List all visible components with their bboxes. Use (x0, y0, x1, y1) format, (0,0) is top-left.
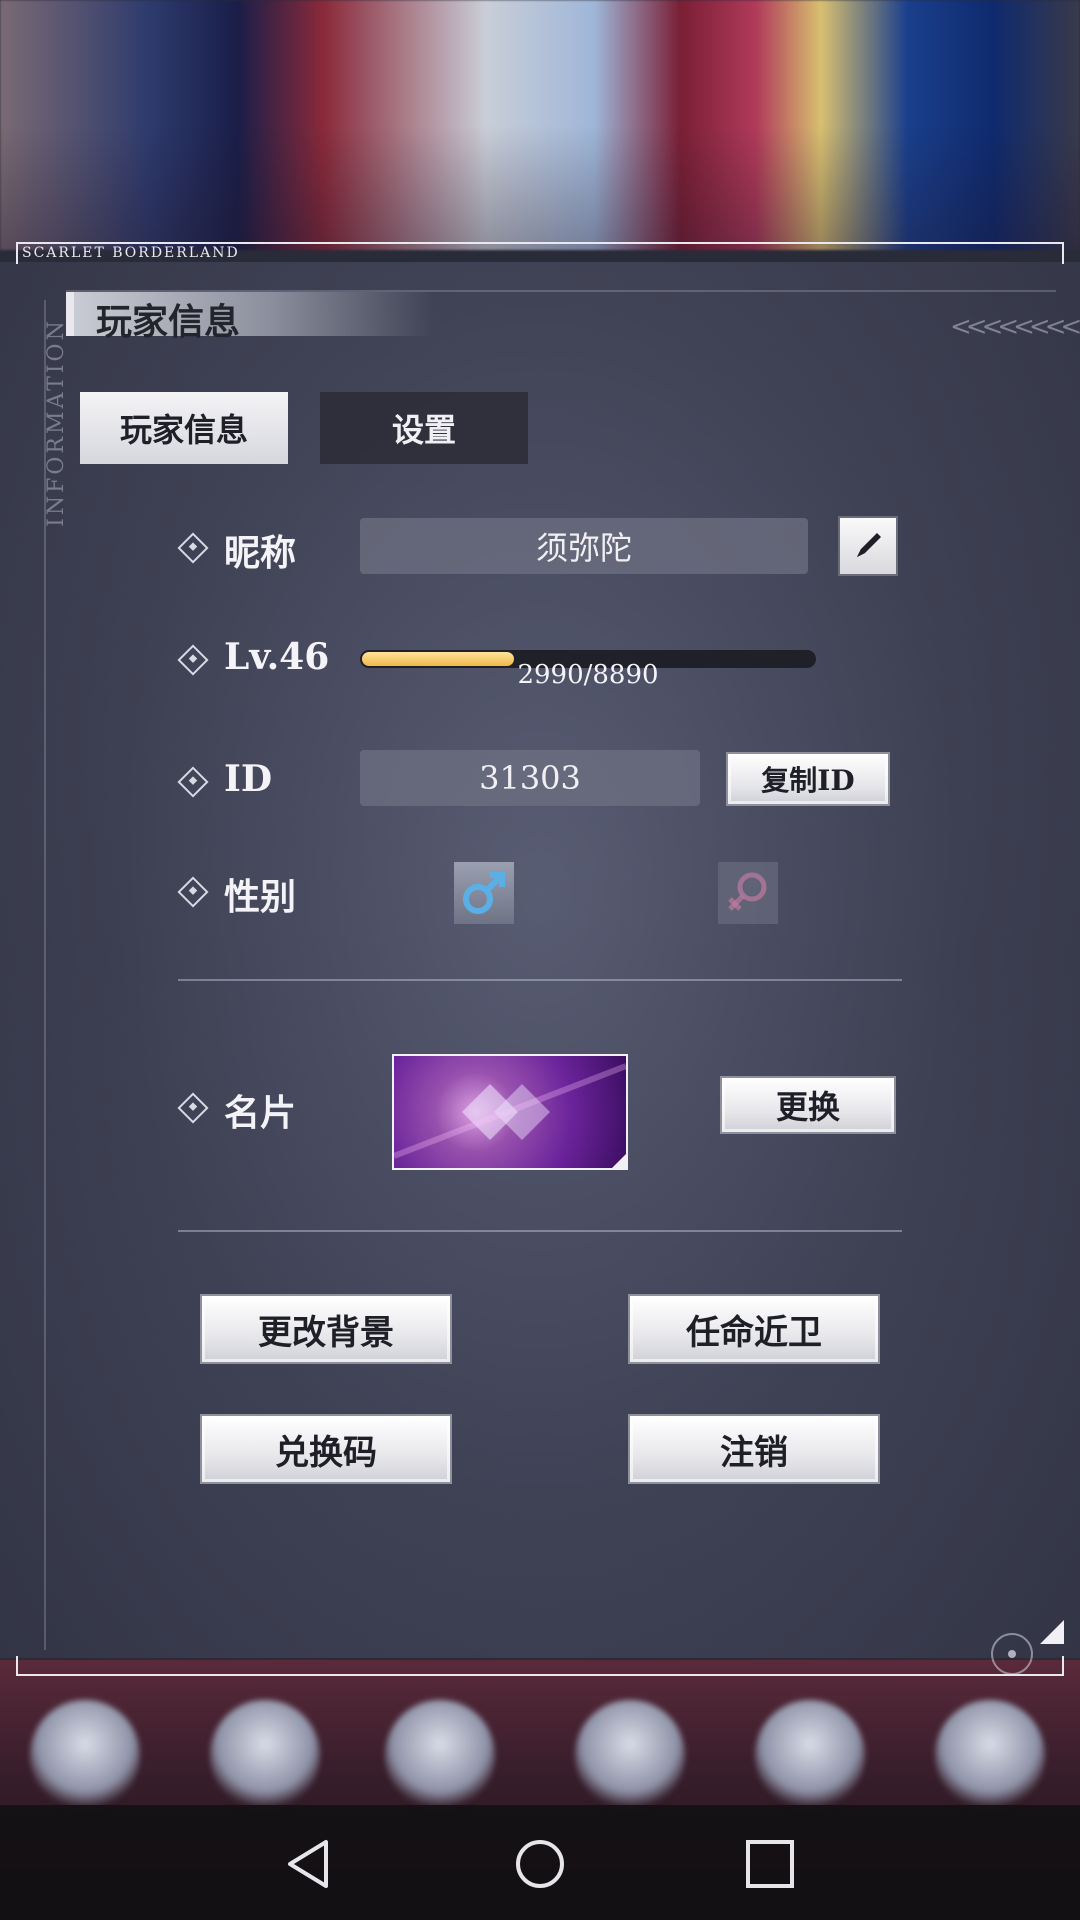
home-icon[interactable] (512, 1836, 568, 1892)
bottom-nav-icon[interactable] (935, 1700, 1045, 1810)
logout-button[interactable]: 注销 (628, 1414, 880, 1484)
section-divider (178, 1230, 902, 1232)
gender-label: 性别 (224, 876, 297, 918)
id-label: ID (224, 758, 273, 800)
side-label: INFORMATION (43, 318, 69, 527)
copy-id-button[interactable]: 复制ID (726, 752, 890, 806)
background-top (0, 0, 1080, 250)
redeem-code-button[interactable]: 兑换码 (200, 1414, 452, 1484)
pencil-icon (857, 533, 881, 557)
change-background-button[interactable]: 更改背景 (200, 1294, 452, 1364)
corner-triangle-icon (1040, 1620, 1064, 1644)
section-divider (178, 979, 902, 981)
tab-player-info[interactable]: 玩家信息 (80, 392, 288, 464)
change-card-button[interactable]: 更换 (720, 1076, 896, 1134)
player-info-panel (0, 262, 1080, 1658)
gender-female-option[interactable] (718, 862, 778, 924)
bottom-nav-icon[interactable] (210, 1700, 320, 1810)
appoint-guard-button[interactable]: 任命近卫 (628, 1294, 880, 1364)
bottom-nav-icon[interactable] (385, 1700, 495, 1810)
male-icon (463, 872, 505, 914)
tab-settings[interactable]: 设置 (320, 392, 528, 464)
level-label: Lv.46 (224, 636, 330, 678)
bottom-nav-icon[interactable] (30, 1700, 140, 1810)
card-label: 名片 (224, 1092, 297, 1134)
back-icon[interactable] (282, 1836, 338, 1892)
name-card-preview (392, 1054, 628, 1170)
female-icon (728, 872, 767, 911)
decor-arrows: <<<<<<<< (950, 312, 1080, 342)
nickname-label: 昵称 (224, 532, 297, 574)
target-icon (991, 1633, 1033, 1675)
xp-text: 2990/8890 (517, 660, 659, 690)
id-field: 31303 (360, 750, 700, 806)
panel-frame-bottom (16, 1656, 1064, 1676)
edit-nickname-button[interactable] (838, 516, 898, 576)
recents-icon[interactable] (742, 1836, 798, 1892)
page-title: 玩家信息 (96, 301, 241, 343)
brand-label: SCARLET BORDERLAND (22, 245, 240, 261)
bottom-nav-icon[interactable] (575, 1700, 685, 1810)
card-chevron-icon (394, 1063, 626, 1168)
bottom-nav-icon[interactable] (755, 1700, 865, 1810)
gender-male-option[interactable] (454, 862, 514, 924)
nickname-field: 须弥陀 (360, 518, 808, 574)
